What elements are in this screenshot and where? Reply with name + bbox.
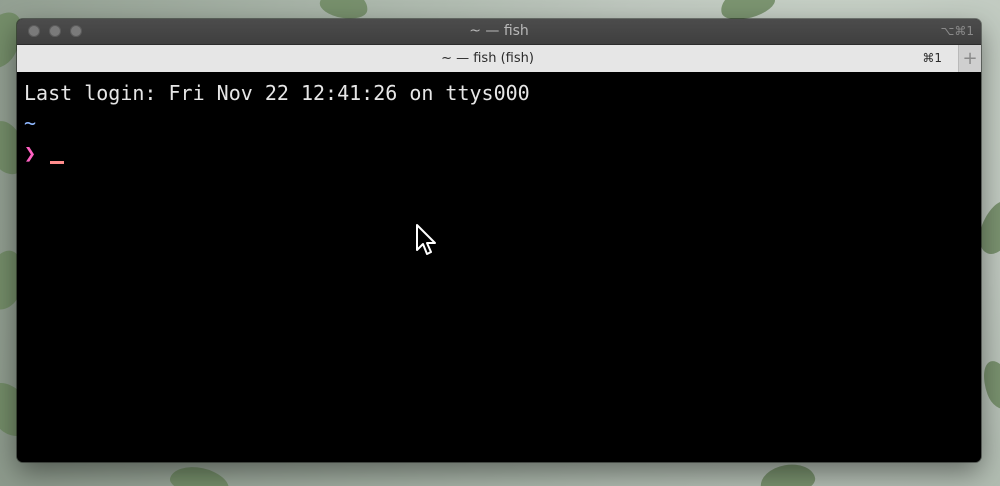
tab-fish[interactable]: ~ — fish (fish) ⌘1 [17,45,959,72]
current-directory: ~ [24,111,37,135]
new-tab-button[interactable]: + [959,45,981,72]
last-login-line: Last login: Fri Nov 22 12:41:26 on ttys0… [24,81,530,105]
background-leaf [757,460,818,486]
prompt-symbol: ❯ [24,141,37,165]
tab-title: ~ — fish (fish) [441,51,534,66]
window-title: ~ — fish [469,23,529,39]
terminal-window: ~ — fish ⌥⌘1 ~ — fish (fish) ⌘1 + Last l… [17,19,981,462]
window-titlebar[interactable]: ~ — fish ⌥⌘1 [17,19,981,45]
tab-bar: ~ — fish (fish) ⌘1 + [17,45,981,73]
tab-shortcut: ⌘1 [922,51,942,65]
window-shortcut: ⌥⌘1 [940,24,974,38]
background-leaf [167,462,233,486]
prompt-line[interactable]: ❯ [24,138,974,168]
arrow-cursor-icon [416,224,436,255]
text-cursor [50,161,65,164]
terminal-output[interactable]: Last login: Fri Nov 22 12:41:26 on ttys0… [17,72,981,462]
